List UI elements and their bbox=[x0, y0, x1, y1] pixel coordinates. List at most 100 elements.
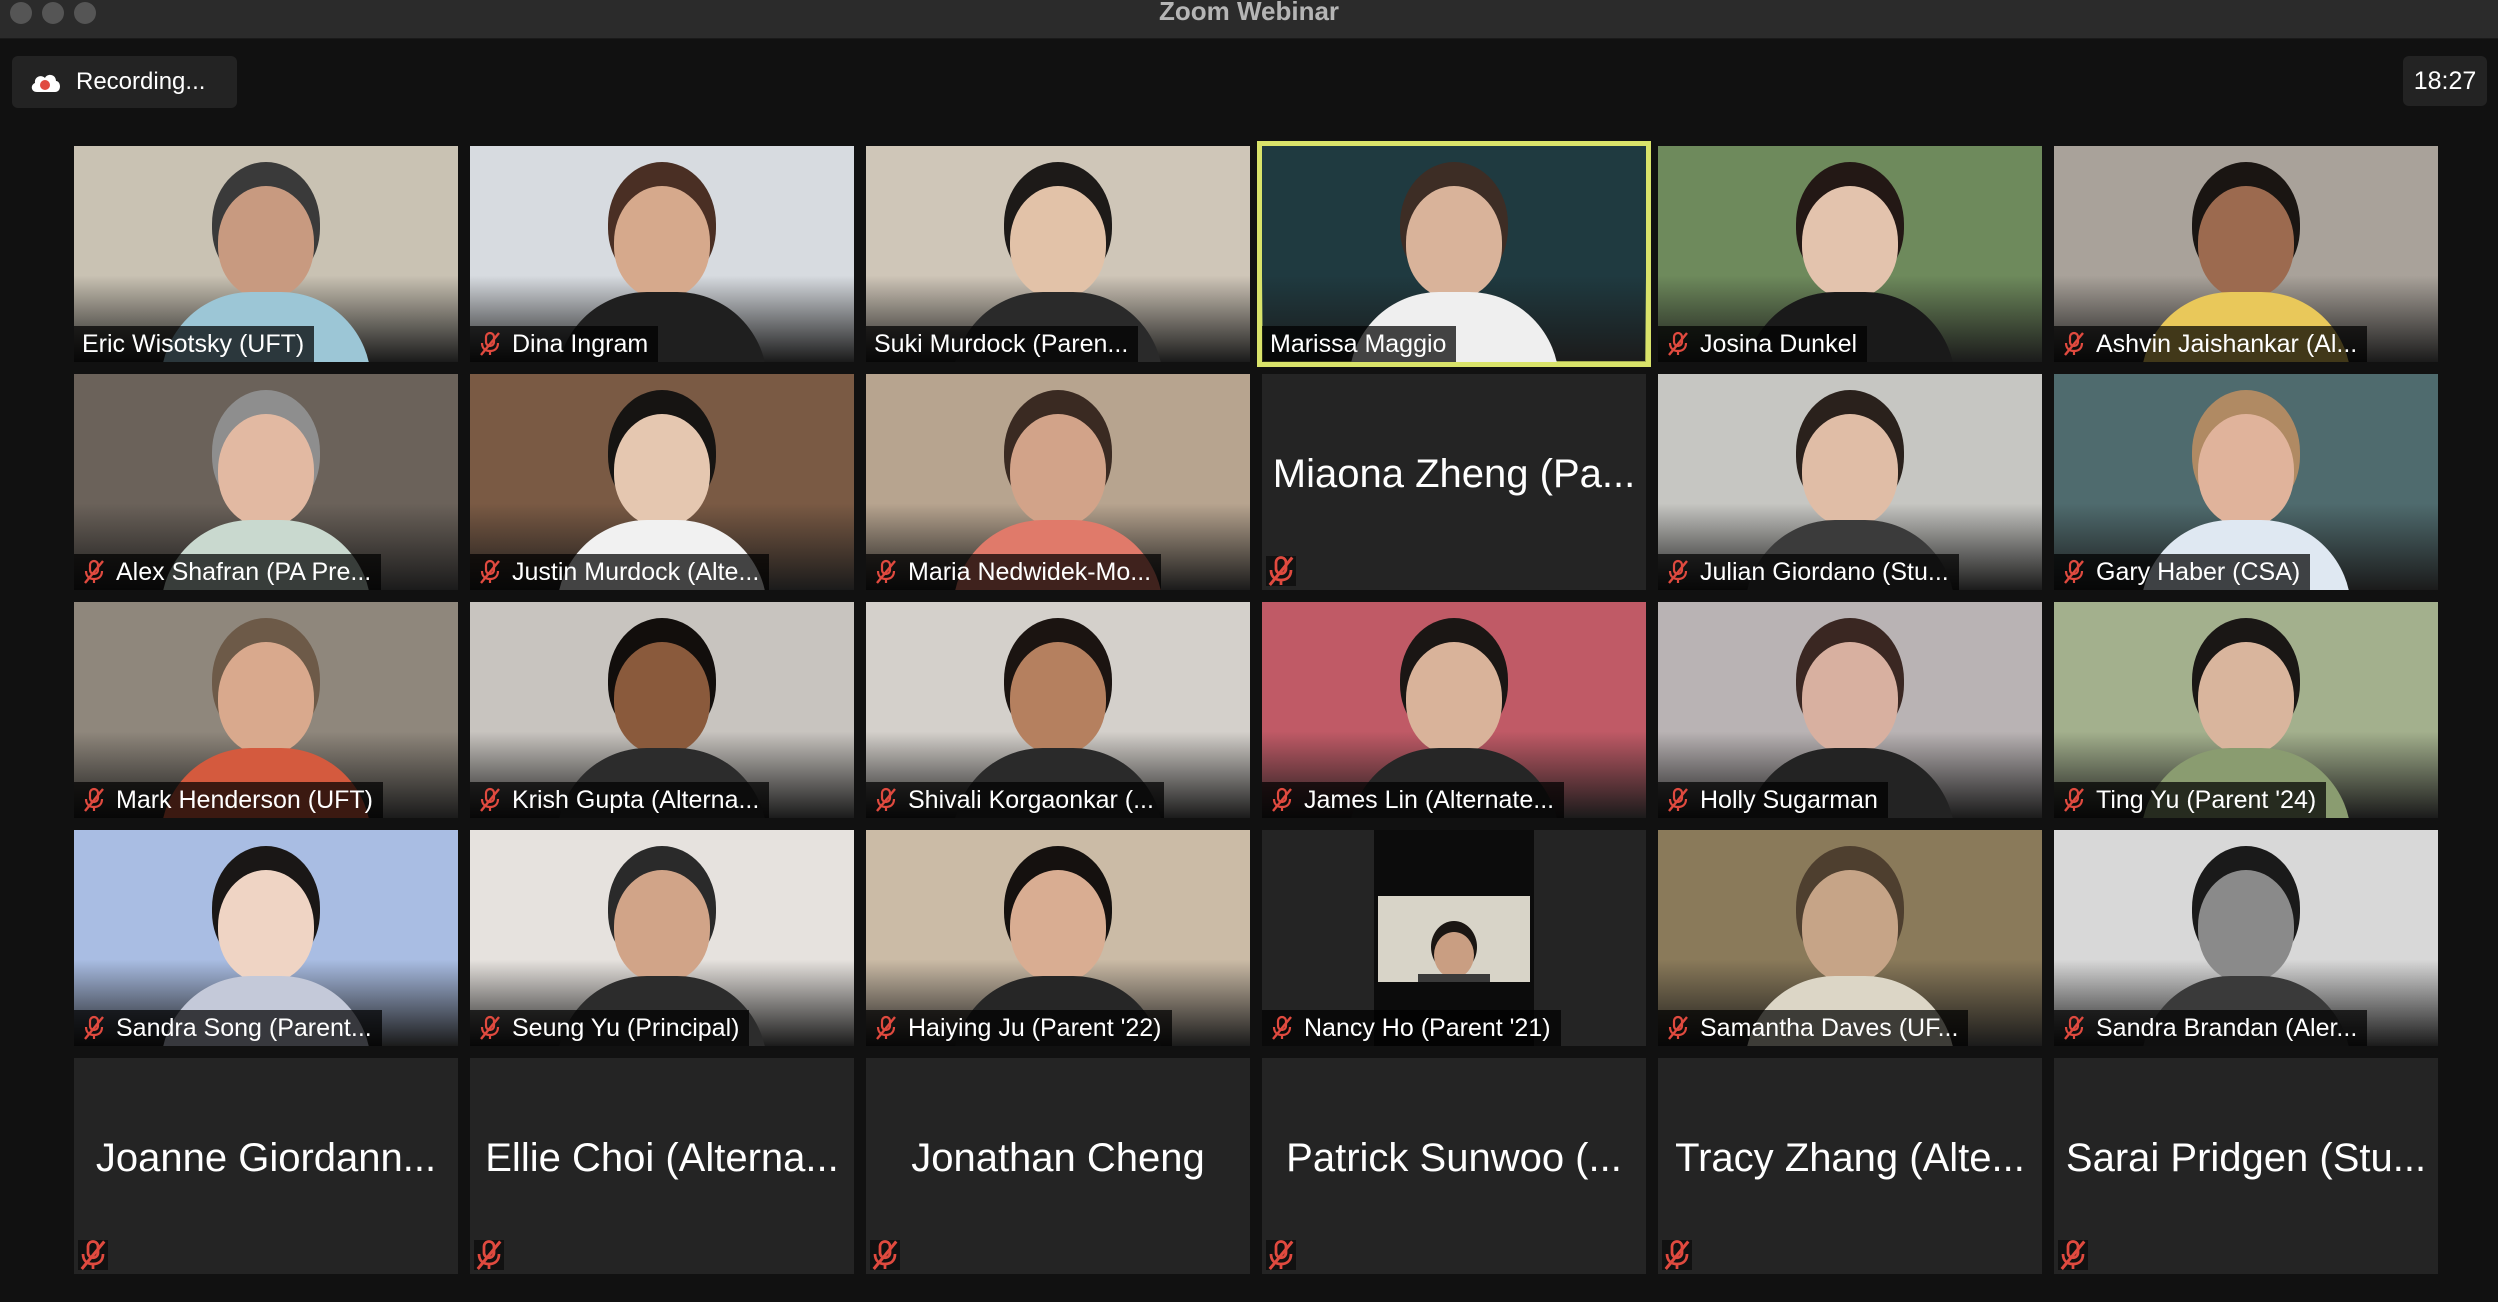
participant-name-bar: Holly Sugarman bbox=[1658, 782, 1888, 818]
participant-tile[interactable]: Haiying Ju (Parent '22) bbox=[866, 830, 1250, 1046]
participant-name-bar: Alex Shafran (PA Pre... bbox=[74, 554, 382, 590]
microphone-muted-icon bbox=[480, 331, 500, 356]
participant-name-bar: Sandra Song (Parent... bbox=[74, 1010, 382, 1046]
microphone-muted-icon bbox=[1268, 1239, 1294, 1270]
participant-name: Haiying Ju (Parent '22) bbox=[908, 1013, 1162, 1042]
recording-indicator[interactable]: Recording... bbox=[12, 56, 237, 108]
microphone-muted-icon bbox=[84, 787, 104, 812]
microphone-muted-icon bbox=[480, 1015, 500, 1040]
participant-tile[interactable]: Suki Murdock (Paren... bbox=[866, 146, 1250, 362]
participant-name: Julian Giordano (Stu... bbox=[1700, 557, 1949, 586]
participant-tile[interactable]: Ellie Choi (Alterna... bbox=[470, 1058, 854, 1274]
participant-tile[interactable]: Joanne Giordann... bbox=[74, 1058, 458, 1274]
participant-name: Alex Shafran (PA Pre... bbox=[116, 557, 372, 586]
participant-tile[interactable]: Patrick Sunwoo (... bbox=[1262, 1058, 1646, 1274]
microphone-muted-icon bbox=[1668, 559, 1688, 584]
microphone-muted-icon bbox=[84, 559, 104, 584]
participant-tile[interactable]: Maria Nedwidek-Mo... bbox=[866, 374, 1250, 590]
participant-tile[interactable]: Ting Yu (Parent '24) bbox=[2054, 602, 2438, 818]
participant-name: Ashvin Jaishankar (Al... bbox=[2096, 329, 2358, 358]
participant-name: Patrick Sunwoo (... bbox=[1286, 1136, 1622, 1180]
participant-tile[interactable]: Tracy Zhang (Alte... bbox=[1658, 1058, 2042, 1274]
participant-tile[interactable]: Krish Gupta (Alterna... bbox=[470, 602, 854, 818]
participant-name-bar: Samantha Daves (UF... bbox=[1658, 1010, 1969, 1046]
participant-tile[interactable]: Sandra Song (Parent... bbox=[74, 830, 458, 1046]
window-titlebar: Zoom Webinar bbox=[0, 0, 2498, 39]
participant-name: Samantha Daves (UF... bbox=[1700, 1013, 1959, 1042]
participant-name: Tracy Zhang (Alte... bbox=[1675, 1136, 2025, 1180]
meeting-clock: 18:27 bbox=[2403, 56, 2487, 106]
participant-tile[interactable]: Samantha Daves (UF... bbox=[1658, 830, 2042, 1046]
participant-tile[interactable]: Gary Haber (CSA) bbox=[2054, 374, 2438, 590]
microphone-muted-icon bbox=[876, 787, 896, 812]
microphone-muted-icon bbox=[1268, 555, 1294, 586]
muted-indicator bbox=[2058, 1239, 2088, 1270]
participant-name: Ting Yu (Parent '24) bbox=[2096, 785, 2317, 814]
microphone-muted-icon bbox=[2064, 787, 2084, 812]
participant-tile[interactable]: Marissa Maggio bbox=[1257, 141, 1651, 367]
window-title: Zoom Webinar bbox=[1158, 0, 1340, 26]
muted-indicator bbox=[78, 1239, 108, 1270]
participant-tile[interactable]: Eric Wisotsky (UFT) bbox=[74, 146, 458, 362]
recording-label: Recording... bbox=[76, 68, 206, 95]
participant-name-bar: Nancy Ho (Parent '21) bbox=[1262, 1010, 1561, 1046]
participant-name: Nancy Ho (Parent '21) bbox=[1304, 1013, 1551, 1042]
participant-tile[interactable]: Julian Giordano (Stu... bbox=[1658, 374, 2042, 590]
participant-name: Miaona Zheng (Pa... bbox=[1272, 452, 1636, 496]
participant-name: Jonathan Cheng bbox=[911, 1136, 1205, 1180]
gallery-view: Eric Wisotsky (UFT) Dina Ingram Suki Mur… bbox=[74, 141, 2438, 1274]
microphone-muted-icon bbox=[1272, 787, 1292, 812]
microphone-muted-icon bbox=[876, 1015, 896, 1040]
cloud-recording-icon bbox=[31, 74, 60, 92]
participant-tile[interactable]: Mark Henderson (UFT) bbox=[74, 602, 458, 818]
muted-indicator bbox=[1662, 1239, 1692, 1270]
microphone-muted-icon bbox=[480, 559, 500, 584]
participant-name-bar: Ashvin Jaishankar (Al... bbox=[2054, 326, 2368, 362]
participant-name: Eric Wisotsky (UFT) bbox=[82, 329, 305, 358]
participant-tile[interactable]: Ashvin Jaishankar (Al... bbox=[2054, 146, 2438, 362]
muted-indicator bbox=[1266, 555, 1296, 586]
participant-name-bar: Eric Wisotsky (UFT) bbox=[74, 326, 315, 362]
participant-name: James Lin (Alternate... bbox=[1304, 785, 1555, 814]
participant-name: Joanne Giordann... bbox=[95, 1136, 437, 1180]
participant-name-bar: Josina Dunkel bbox=[1658, 326, 1868, 362]
participant-name: Sandra Song (Parent... bbox=[116, 1013, 372, 1042]
muted-indicator bbox=[1266, 1239, 1296, 1270]
participant-tile[interactable]: Justin Murdock (Alte... bbox=[470, 374, 854, 590]
participant-name-bar: Ting Yu (Parent '24) bbox=[2054, 782, 2327, 818]
participant-name-bar: Justin Murdock (Alte... bbox=[470, 554, 770, 590]
microphone-muted-icon bbox=[2064, 331, 2084, 356]
participant-name: Suki Murdock (Paren... bbox=[874, 329, 1129, 358]
participant-tile[interactable]: Sarai Pridgen (Stu... bbox=[2054, 1058, 2438, 1274]
participant-name-bar: Dina Ingram bbox=[470, 326, 659, 362]
participant-tile[interactable]: James Lin (Alternate... bbox=[1262, 602, 1646, 818]
participant-tile[interactable]: Josina Dunkel bbox=[1658, 146, 2042, 362]
microphone-muted-icon bbox=[476, 1239, 502, 1270]
participant-name-bar: Suki Murdock (Paren... bbox=[866, 326, 1139, 362]
participant-name: Marissa Maggio bbox=[1270, 329, 1447, 358]
participant-tile[interactable]: Alex Shafran (PA Pre... bbox=[74, 374, 458, 590]
participant-name: Justin Murdock (Alte... bbox=[512, 557, 760, 586]
participant-tile[interactable]: Miaona Zheng (Pa... bbox=[1262, 374, 1646, 590]
microphone-muted-icon bbox=[1668, 787, 1688, 812]
microphone-muted-icon bbox=[1664, 1239, 1690, 1270]
participant-name: Gary Haber (CSA) bbox=[2096, 557, 2301, 586]
participant-tile[interactable]: Dina Ingram bbox=[470, 146, 854, 362]
participant-name-bar: Julian Giordano (Stu... bbox=[1658, 554, 1959, 590]
participant-tile[interactable]: Shivali Korgaonkar (... bbox=[866, 602, 1250, 818]
participant-name: Dina Ingram bbox=[512, 329, 649, 358]
microphone-muted-icon bbox=[84, 1015, 104, 1040]
participant-tile[interactable]: Nancy Ho (Parent '21) bbox=[1262, 830, 1646, 1046]
participant-name-bar: Gary Haber (CSA) bbox=[2054, 554, 2311, 590]
participant-name: Ellie Choi (Alterna... bbox=[485, 1136, 839, 1180]
participant-tile[interactable]: Seung Yu (Principal) bbox=[470, 830, 854, 1046]
participant-name-bar: Mark Henderson (UFT) bbox=[74, 782, 383, 818]
participant-tile[interactable]: Jonathan Cheng bbox=[866, 1058, 1250, 1274]
participant-name-bar: Seung Yu (Principal) bbox=[470, 1010, 750, 1046]
participant-name: Shivali Korgaonkar (... bbox=[908, 785, 1154, 814]
participant-name: Sarai Pridgen (Stu... bbox=[2065, 1136, 2427, 1180]
participant-tile[interactable]: Holly Sugarman bbox=[1658, 602, 2042, 818]
participant-name-bar: Maria Nedwidek-Mo... bbox=[866, 554, 1162, 590]
participant-tile[interactable]: Sandra Brandan (Aler... bbox=[2054, 830, 2438, 1046]
microphone-muted-icon bbox=[80, 1239, 106, 1270]
